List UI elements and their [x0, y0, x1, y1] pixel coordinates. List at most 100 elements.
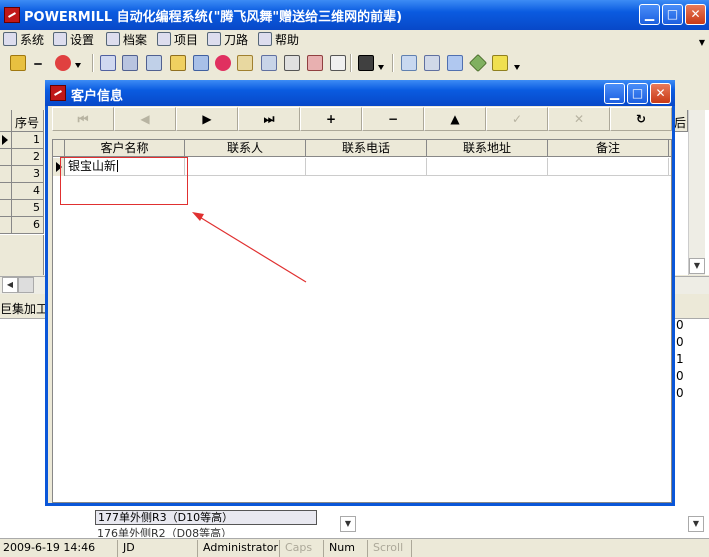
menu-settings[interactable]: 设置	[53, 31, 94, 49]
refresh-icon[interactable]	[193, 55, 209, 71]
current-row-arrow-icon	[2, 135, 8, 145]
scroll-down-icon[interactable]: ▼	[688, 516, 704, 532]
background-vertical-scrollbar[interactable]: ▼	[688, 110, 705, 275]
calculator-icon[interactable]	[330, 55, 346, 71]
toolbar-separator	[350, 54, 352, 72]
refresh-record-button[interactable]: ↻	[610, 107, 672, 131]
menu-toolpath[interactable]: 刀路	[207, 31, 248, 49]
status-num: Num	[326, 540, 368, 557]
macro-panel-label: 巨集加工	[0, 302, 49, 316]
next-record-button[interactable]: ▶	[176, 107, 238, 131]
app-icon[interactable]	[4, 7, 20, 23]
background-grid-empty-area	[0, 235, 44, 275]
list-item[interactable]: 177单外侧R3（D10等高）	[95, 510, 317, 525]
save-icon[interactable]	[358, 55, 374, 71]
magic-wand-icon[interactable]	[237, 55, 253, 71]
minimize-button[interactable]: ▁	[639, 4, 660, 25]
column-header-customer-name[interactable]: 客户名称	[65, 140, 185, 157]
settings-icon	[53, 32, 67, 46]
background-right-values: 0 0 1 0 0	[676, 318, 690, 403]
edit-icon[interactable]	[170, 55, 186, 71]
row-indicator	[0, 183, 12, 200]
status-caps: Caps	[282, 540, 324, 557]
first-record-button[interactable]: ⏮	[52, 107, 114, 131]
cell-address[interactable]	[427, 158, 548, 176]
export-icon[interactable]	[307, 55, 323, 71]
print-icon[interactable]	[284, 55, 300, 71]
file-icon	[106, 32, 120, 46]
menu-archive[interactable]: 档案	[106, 31, 147, 49]
list-item[interactable]: 176单外侧R2（D08等高）	[95, 527, 317, 537]
post-record-button[interactable]: ✓	[486, 107, 548, 131]
column-header-contact[interactable]: 联系人	[185, 140, 306, 157]
row-number[interactable]: 4	[12, 183, 44, 200]
column-header-note[interactable]: 备注	[548, 140, 669, 157]
cell-note[interactable]	[548, 158, 669, 176]
right-value: 0	[676, 369, 684, 383]
close-button[interactable]: ✕	[685, 4, 706, 25]
row-number[interactable]: 1	[12, 132, 44, 149]
dialog-titlebar[interactable]: 客户信息 ▁ □ ✕	[45, 80, 675, 106]
row-number[interactable]: 3	[12, 166, 44, 183]
last-record-button[interactable]: ⏭	[238, 107, 300, 131]
tool-icon[interactable]	[100, 55, 116, 71]
settings-icon[interactable]	[146, 55, 162, 71]
right-value: 0	[676, 318, 684, 332]
image-icon[interactable]	[401, 55, 417, 71]
app-title: POWERMILL 自动化编程系统("腾飞风舞"赠送给三维网的前辈)	[24, 10, 403, 25]
background-grid-header: 序号	[12, 110, 44, 132]
dialog-title: 客户信息	[71, 89, 124, 104]
minus-icon[interactable]	[34, 63, 42, 65]
scroll-thumb[interactable]	[18, 277, 34, 293]
row-indicator	[0, 217, 12, 234]
record-icon[interactable]	[215, 55, 231, 71]
customer-grid-header: 客户名称 联系人 联系电话 联系地址 备注	[53, 140, 671, 157]
menu-system[interactable]: 系统	[3, 31, 44, 49]
cell-phone[interactable]	[306, 158, 427, 176]
dropdown-icon[interactable]	[75, 63, 81, 69]
prior-record-button[interactable]: ◀	[114, 107, 176, 131]
layers-icon[interactable]	[261, 55, 277, 71]
dialog-close-button[interactable]: ✕	[650, 83, 671, 104]
dialog-minimize-button[interactable]: ▁	[604, 83, 625, 104]
maximize-button[interactable]: □	[662, 4, 683, 25]
menu-system-label: 系统	[20, 33, 45, 47]
row-indicator	[0, 149, 12, 166]
scroll-left-icon[interactable]: ◀	[2, 277, 18, 293]
column-header-phone[interactable]: 联系电话	[306, 140, 427, 157]
cell-contact[interactable]	[185, 158, 306, 176]
stop-icon[interactable]	[55, 55, 71, 71]
menu-archive-label: 档案	[123, 33, 148, 47]
menu-help-label: 帮助	[275, 33, 300, 47]
menu-project-label: 项目	[174, 33, 199, 47]
status-datetime: 2009-6-19 14:46	[0, 540, 118, 557]
row-number[interactable]: 6	[12, 217, 44, 234]
right-value: 0	[676, 335, 684, 349]
delete-record-button[interactable]: −	[362, 107, 424, 131]
dropdown-icon[interactable]	[514, 65, 520, 71]
menu-help[interactable]: 帮助	[258, 31, 299, 49]
help-icon	[258, 32, 272, 46]
close-doc-icon[interactable]	[424, 55, 440, 71]
cancel-record-button[interactable]: ✕	[548, 107, 610, 131]
toolbar-separator	[92, 54, 94, 72]
dialog-maximize-button[interactable]: □	[627, 83, 648, 104]
insert-record-button[interactable]: +	[300, 107, 362, 131]
scroll-down-icon[interactable]: ▼	[340, 516, 356, 532]
chevron-down-icon[interactable]: ▼	[699, 38, 705, 47]
row-indicator	[0, 166, 12, 183]
highlight-icon[interactable]	[492, 55, 508, 71]
gear-icon[interactable]	[122, 55, 138, 71]
image-icon[interactable]	[447, 55, 463, 71]
row-number[interactable]: 2	[12, 149, 44, 166]
menu-project[interactable]: 项目	[157, 31, 198, 49]
column-header-address[interactable]: 联系地址	[427, 140, 548, 157]
row-number[interactable]: 5	[12, 200, 44, 217]
edit-record-button[interactable]: ▲	[424, 107, 486, 131]
dialog-app-icon[interactable]	[50, 85, 66, 101]
dropdown-icon[interactable]	[378, 65, 384, 71]
scroll-down-icon[interactable]: ▼	[689, 258, 705, 274]
open-folder-icon[interactable]	[10, 55, 26, 71]
annotation-highlight-box	[60, 157, 188, 205]
diamond-icon[interactable]	[468, 53, 488, 73]
